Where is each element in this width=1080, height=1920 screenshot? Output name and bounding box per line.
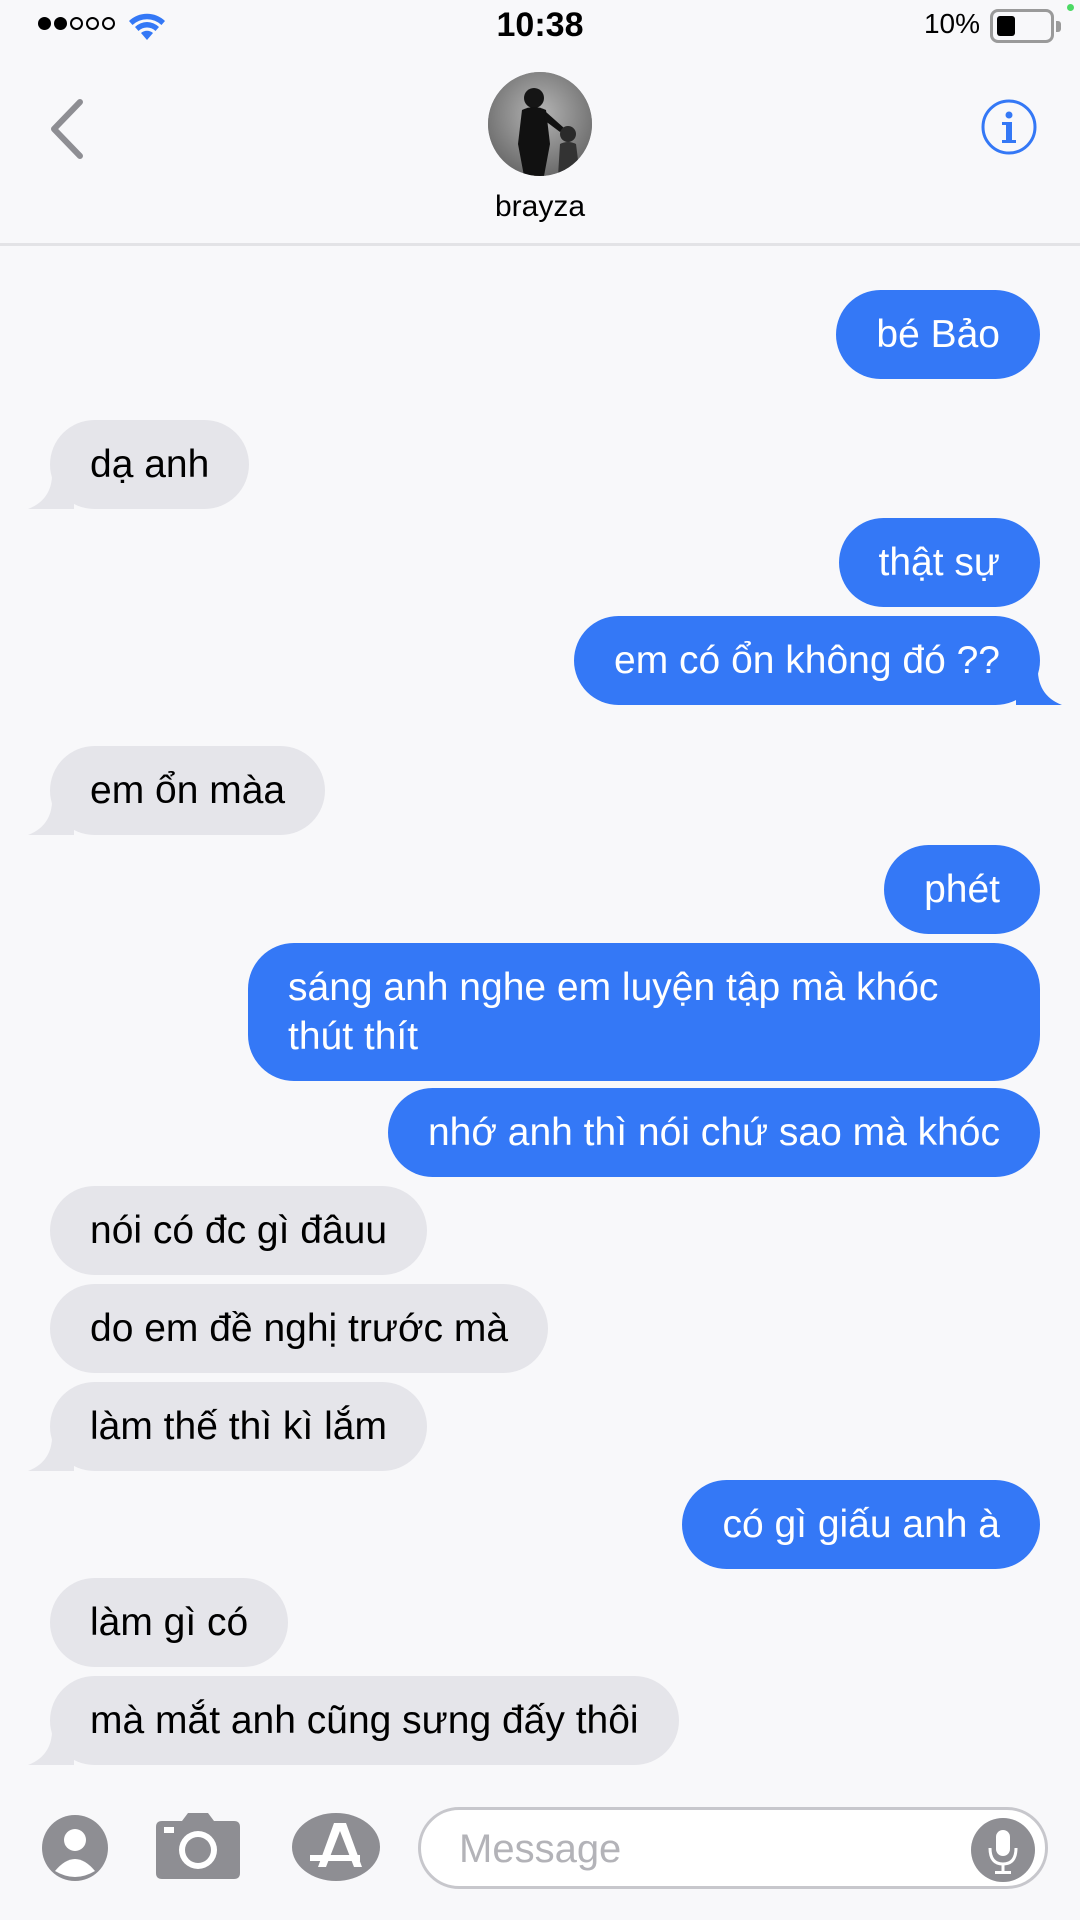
outgoing-message[interactable]: thật sự: [838, 518, 1040, 607]
battery-level: [997, 16, 1015, 36]
message-text: thật sự: [878, 541, 1001, 584]
message-text: dạ anh: [90, 443, 210, 486]
bubble-tail: [28, 469, 74, 509]
message-text: nói có đc gì đâuu: [90, 1209, 388, 1252]
battery-tip: [1056, 21, 1061, 32]
avatar-photo-icon: [488, 72, 592, 176]
incoming-message[interactable]: dạ anh: [28, 420, 250, 509]
info-icon: [981, 99, 1037, 155]
message-text: do em đề nghị trước mà: [90, 1307, 509, 1350]
chevron-left-icon: [51, 99, 83, 159]
message-text: có gì giấu anh à: [722, 1503, 1000, 1546]
outgoing-message[interactable]: bé Bảo: [836, 290, 1040, 379]
status-bar: 10:38 10%: [0, 0, 1080, 50]
bubble-tail: [28, 795, 74, 835]
incoming-message[interactable]: làm gì có: [50, 1578, 289, 1667]
camera-icon: [156, 1813, 240, 1879]
message-list[interactable]: bé Bảo dạ anh thật sự em có ổn không đó …: [0, 250, 1080, 1775]
person-icon: [42, 1815, 108, 1881]
message-text: bé Bảo: [876, 313, 1000, 356]
message-text: mà mắt anh cũng sưng đấy thôi: [90, 1699, 639, 1742]
outgoing-message[interactable]: nhớ anh thì nói chứ sao mà khóc: [387, 1088, 1040, 1177]
app-store-button[interactable]: [290, 1811, 382, 1883]
conversation-header: brayza: [0, 50, 1080, 246]
message-text: làm gì có: [90, 1601, 249, 1644]
app-store-icon: [292, 1813, 380, 1881]
outgoing-message[interactable]: phét: [884, 845, 1040, 934]
message-text: phét: [924, 868, 1000, 911]
message-input-container[interactable]: [418, 1807, 1048, 1889]
outgoing-message[interactable]: sáng anh nghe em luyện tập mà khóc thút …: [248, 943, 1040, 1081]
message-text: em ổn màa: [90, 769, 286, 812]
incoming-message[interactable]: em ổn màa: [28, 746, 326, 835]
microphone-button[interactable]: [971, 1818, 1035, 1882]
incoming-message[interactable]: nói có đc gì đâuu: [50, 1186, 428, 1275]
charging-indicator: [1067, 4, 1074, 11]
contact-name[interactable]: brayza: [0, 190, 1080, 224]
info-button[interactable]: [980, 98, 1038, 156]
contact-avatar[interactable]: [488, 72, 592, 176]
contact-share-button[interactable]: [40, 1813, 110, 1883]
camera-button[interactable]: [154, 1811, 242, 1881]
message-input[interactable]: [457, 1822, 937, 1876]
message-text: nhớ anh thì nói chứ sao mà khóc: [427, 1111, 1000, 1154]
outgoing-message[interactable]: có gì giấu anh à: [682, 1480, 1040, 1569]
message-text: làm thế thì kì lắm: [90, 1405, 387, 1448]
message-text: sáng anh nghe em luyện tập mà khóc thút …: [288, 966, 939, 1058]
compose-bar: [0, 1775, 1080, 1920]
outgoing-message[interactable]: em có ổn không đó ??: [574, 616, 1062, 705]
bubble-tail: [1016, 665, 1062, 705]
incoming-message[interactable]: do em đề nghị trước mà: [50, 1284, 549, 1373]
bubble-tail: [28, 1431, 74, 1471]
status-time: 10:38: [496, 6, 584, 44]
battery-percent: 10%: [923, 8, 980, 39]
bubble-tail: [28, 1725, 74, 1765]
microphone-icon: [988, 1830, 1018, 1874]
incoming-message[interactable]: làm thế thì kì lắm: [28, 1382, 427, 1471]
back-button[interactable]: [44, 94, 94, 164]
incoming-message[interactable]: mà mắt anh cũng sưng đấy thôi: [28, 1676, 679, 1765]
message-text: em có ổn không đó ??: [614, 639, 1000, 682]
battery-icon: [990, 9, 1061, 43]
